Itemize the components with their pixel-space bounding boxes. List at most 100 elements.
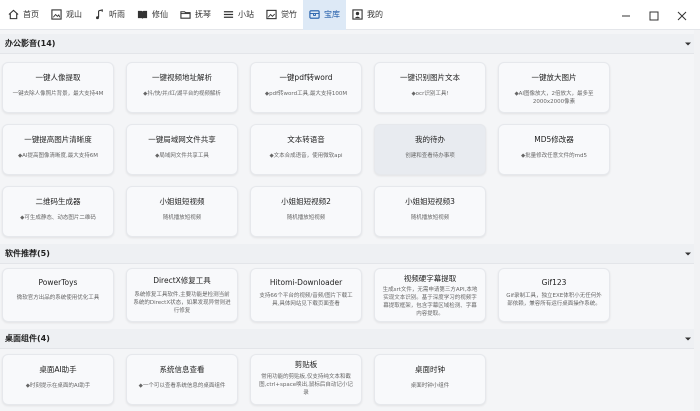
treasure-icon [309,9,320,20]
tab-home[interactable]: 首页 [2,0,45,30]
card-title: Hitomi-Downloader [269,278,343,287]
card-title: 桌面时钟 [415,365,445,374]
card-desc: 随机播放短视频 [162,215,202,221]
minimize-button[interactable] [612,0,640,30]
tool-card[interactable]: 二维码生成器 ◆可生成静态、动态图片二维码 [2,186,114,237]
card-desc: 创建和查看待办事项 [405,153,455,159]
chevron-down-icon[interactable] [684,40,692,48]
book-icon [137,9,148,20]
card-desc: 桌面时钟小组件 [410,383,450,389]
card-desc: 微软官方出品的系统使用优化工具 [16,295,100,301]
tab-label: 听雨 [109,10,125,19]
card-title: 文本转语音 [287,135,325,144]
tool-card[interactable]: MD5修改器 ◆批量修改任意文件的md5 [498,124,610,175]
tool-card[interactable]: 桌面AI助手 ◆时刻提示在桌面的AI助手 [2,354,114,405]
tab-tingyu[interactable]: 听雨 [88,0,131,30]
tab-guanshan[interactable]: 观山 [45,0,88,30]
card-title: 我的待办 [415,135,445,144]
tab-xiuxian[interactable]: 修仙 [131,0,174,30]
tool-card[interactable]: 一键识别图片文本 ◆ocr识别工具! [374,62,486,113]
card-desc: 随机播放短视频 [286,215,326,221]
card-desc: Gif录制工具，独立EXE体积小无任何外部依赖，兼容所有运行桌面操作系统。 [506,293,602,307]
card-title: Gif123 [541,278,567,287]
tab-label: 觉竹 [281,10,297,19]
card-desc: ◆可生成静态、动态图片二维码 [20,215,96,221]
tool-card[interactable]: 小姐姐短视频 随机播放短视频 [126,186,238,237]
tab-juezhu[interactable]: 觉竹 [260,0,303,30]
section-title: 桌面组件(4) [5,334,50,343]
card-desc: 系统修复工具软件,主要功能是检测当前系统的DirectX状态，如果发现异常则进行… [133,292,231,314]
tab-label: 首页 [23,10,39,19]
tool-card[interactable]: 一键提高图片清晰度 ◆AI提高图像清晰度,最大支持6M [2,124,114,175]
card-desc: ◆一个可以查看系统信息的桌面组件 [138,383,226,389]
tool-card[interactable]: 系统信息查看 ◆一个可以查看系统信息的桌面组件 [126,354,238,405]
tool-card[interactable]: 小姐姐短视频3 随机播放短视频 [374,186,486,237]
user-icon [352,9,363,20]
tool-card[interactable]: 一键人像提取 一键去除人像照片背景，最大支持4M [2,62,114,113]
card-desc: ◆pdf转word工具,最大支持100M [264,91,348,97]
card-title: PowerToys [38,278,78,287]
card-desc: ◆文本合成语音，使用微软api [269,153,343,159]
tool-card[interactable]: Hitomi-Downloader 支持66个平台的视频/音频/图片下载工具,具… [250,268,362,322]
tool-card[interactable]: 一键放大图片 ◆AI图像放大，2倍放大，最多至2000x2000像素 [498,62,610,113]
tool-card[interactable]: Gif123 Gif录制工具，独立EXE体积小无任何外部依赖，兼容所有运行桌面操… [498,268,610,322]
card-title: 一键放大图片 [531,73,577,82]
card-title: 一键视频地址解析 [152,73,212,82]
close-button[interactable] [668,0,696,30]
picture-icon [51,9,62,20]
section-title: 办公影音(14) [5,39,56,48]
tab-wode[interactable]: 我的 [346,0,389,30]
tool-card[interactable]: 一键局域网文件共享 ◆局域网文件共享工具 [126,124,238,175]
tab-baoku[interactable]: 宝库 [303,0,346,30]
section-header-office[interactable]: 办公影音(14) [0,34,700,54]
tab-label: 小站 [238,10,254,19]
card-desc: 支持66个平台的视频/音频/图片下载工具,具体网站见下载页面查看 [259,293,353,307]
tool-card[interactable]: 我的待办 创建和查看待办事项 [374,124,486,175]
tool-card[interactable]: 小姐姐短视频2 随机播放短视频 [250,186,362,237]
tool-card[interactable]: 一键视频地址解析 ◆抖/快/并/红/湖平台的视频解析 [126,62,238,113]
tab-label: 观山 [66,10,82,19]
tool-card[interactable]: 文本转语音 ◆文本合成语音，使用微软api [250,124,362,175]
card-title: 小姐姐短视频3 [405,197,455,206]
tab-label: 修仙 [152,10,168,19]
card-desc: 一键去除人像照片背景，最大支持4M [12,91,104,97]
section-header-software[interactable]: 软件推荐(5) [0,244,700,264]
card-desc: ◆局域网文件共享工具 [155,153,209,159]
card-desc: ◆AI图像放大，2倍放大，最多至2000x2000像素 [514,91,594,105]
tab-label: 宝库 [324,10,340,19]
tool-card[interactable]: 剪贴板 常用功能的剪贴板,仅支持纯文本和截图,ctrl+space唤出,鼠标后自… [250,354,362,405]
card-title: MD5修改器 [534,135,574,144]
section-header-desktop[interactable]: 桌面组件(4) [0,329,700,349]
image-icon [266,9,277,20]
chevron-down-icon[interactable] [684,335,692,343]
tool-card[interactable]: 一键pdf转word ◆pdf转word工具,最大支持100M [250,62,362,113]
minimize-icon [621,6,631,25]
card-desc: ◆ocr识别工具! [411,91,449,97]
card-desc: 生成srt文件，无需申请第三方API,本地实现文本识别。基于深度学习的视频字幕提… [382,287,478,317]
tab-fuqin[interactable]: 抚琴 [174,0,217,30]
card-desc: 常用功能的剪贴板,仅支持纯文本和截图,ctrl+space唤出,鼠标后自动记小记… [259,374,353,396]
card-title: 剪贴板 [294,360,318,369]
chevron-down-icon[interactable] [684,250,692,258]
tool-card[interactable]: 视频硬字幕提取 生成srt文件，无需申请第三方API,本地实现文本识别。基于深度… [374,268,486,322]
card-title: 一键人像提取 [35,73,81,82]
card-desc: ◆批量修改任意文件的md5 [520,153,588,159]
tool-card[interactable]: 桌面时钟 桌面时钟小组件 [374,354,486,405]
card-title: 小姐姐短视频2 [281,197,331,206]
top-nav-bar: 首页 观山 听雨 修仙 抚琴 小站 觉竹 宝库 我的 [0,0,700,30]
tool-card[interactable]: PowerToys 微软官方出品的系统使用优化工具 [2,268,114,322]
tool-card[interactable]: DirectX修复工具 系统修复工具软件,主要功能是检测当前系统的DirectX… [126,268,238,322]
vertical-scrollbar[interactable] [694,30,700,411]
card-desc: 随机播放短视频 [410,215,450,221]
tab-xiaozhan[interactable]: 小站 [217,0,260,30]
card-title: 系统信息查看 [159,365,205,374]
maximize-button[interactable] [640,0,668,30]
card-title: 桌面AI助手 [39,365,77,374]
card-desc: ◆时刻提示在桌面的AI助手 [25,383,91,389]
card-desc: ◆抖/快/并/红/湖平台的视频解析 [143,91,221,97]
card-title: 一键局域网文件共享 [148,135,216,144]
folder-icon [180,9,191,20]
card-title: 一键提高图片清晰度 [24,135,92,144]
maximize-icon [649,6,659,25]
card-desc: ◆AI提高图像清晰度,最大支持6M [17,153,99,159]
